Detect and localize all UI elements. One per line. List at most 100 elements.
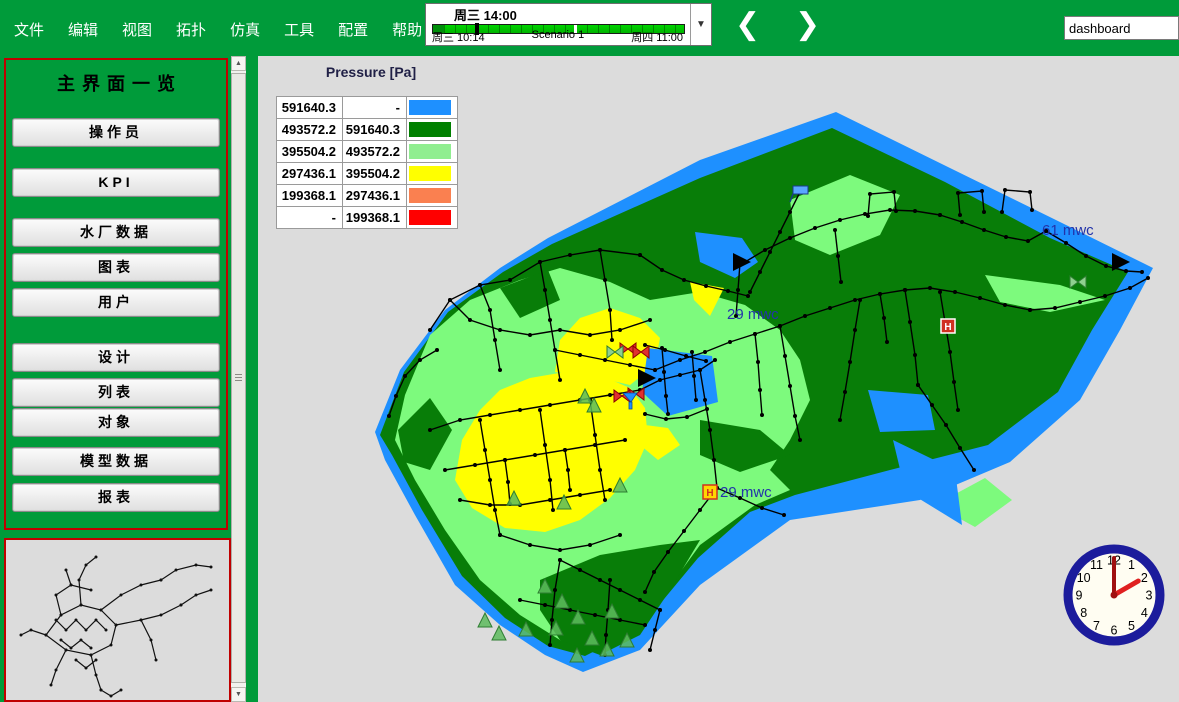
- sidebar-button-kpi[interactable]: KPI: [12, 168, 220, 197]
- network-node: [728, 340, 732, 344]
- menu-file[interactable]: 文件: [14, 19, 44, 40]
- menu-topology[interactable]: 拓扑: [176, 19, 206, 40]
- menu-help[interactable]: 帮助: [392, 19, 422, 40]
- legend-row: 297436.1 395504.2: [277, 163, 458, 185]
- network-node: [703, 350, 707, 354]
- network-node: [980, 189, 984, 193]
- scrollbar-thumb[interactable]: [231, 73, 246, 683]
- network-node: [493, 508, 497, 512]
- sidebar-button-objects[interactable]: 对象: [12, 408, 220, 437]
- overview-node: [90, 589, 93, 592]
- sidebar-button-reports[interactable]: 报表: [12, 483, 220, 512]
- menu-simulation[interactable]: 仿真: [230, 19, 260, 40]
- overview-node: [210, 589, 213, 592]
- network-node: [758, 270, 762, 274]
- sidebar-button-users[interactable]: 用户: [12, 288, 220, 317]
- scroll-up-icon[interactable]: ▲: [231, 56, 246, 71]
- dashboard-name-input[interactable]: [1064, 16, 1179, 40]
- menu-edit[interactable]: 编辑: [68, 19, 98, 40]
- network-node: [803, 314, 807, 318]
- network-node: [387, 414, 391, 418]
- overview-pipe-line: [116, 605, 181, 625]
- network-node: [760, 506, 764, 510]
- overview-node: [150, 639, 153, 642]
- network-node: [428, 328, 432, 332]
- legend-title: Pressure [Pa]: [276, 64, 466, 80]
- network-node: [638, 598, 642, 602]
- network-node: [1028, 308, 1032, 312]
- sidebar-button-plant-data[interactable]: 水厂数据: [12, 218, 220, 247]
- timeline-widget[interactable]: 周三 14:00 周三 10:14 Scenario 1 周四 11:00 ▼: [425, 3, 712, 46]
- network-node: [608, 578, 612, 582]
- overview-node: [50, 684, 53, 687]
- overview-node: [195, 594, 198, 597]
- sidebar-button-design[interactable]: 设计: [12, 343, 220, 372]
- top-menu-bar: 文件 编辑 视图 拓扑 仿真 工具 配置 帮助 周三 14:00 周三 10:1…: [0, 0, 1179, 56]
- legend-color-swatch: [409, 122, 451, 137]
- next-view-button[interactable]: ❯: [795, 7, 820, 42]
- network-node: [588, 543, 592, 547]
- network-node: [558, 558, 562, 562]
- overview-node: [100, 609, 103, 612]
- network-node: [712, 458, 716, 462]
- network-node: [403, 374, 407, 378]
- legend-row: 395504.2 493572.2: [277, 141, 458, 163]
- overview-node: [20, 634, 23, 637]
- network-node: [685, 415, 689, 419]
- network-node: [1078, 300, 1082, 304]
- network-node: [563, 448, 567, 452]
- overview-node: [70, 647, 73, 650]
- network-node: [885, 340, 889, 344]
- network-node: [652, 570, 656, 574]
- overview-pipe-line: [56, 620, 106, 630]
- scroll-down-icon[interactable]: ▼: [231, 687, 246, 702]
- network-node: [1064, 241, 1068, 245]
- timeline-dropdown-button[interactable]: ▼: [690, 4, 711, 45]
- network-node: [868, 192, 872, 196]
- menu-tools[interactable]: 工具: [284, 19, 314, 40]
- sidebar-scrollbar[interactable]: ▲ ▼: [231, 56, 246, 702]
- overview-node: [55, 619, 58, 622]
- menu-config[interactable]: 配置: [338, 19, 368, 40]
- legend-color-swatch: [409, 144, 451, 159]
- pressure-label-29mwc-center: 29 mwc: [727, 306, 779, 323]
- network-node: [705, 407, 709, 411]
- network-node: [1004, 235, 1008, 239]
- network-node: [578, 568, 582, 572]
- clock-number: 1: [1128, 558, 1135, 572]
- sidebar-button-operator[interactable]: 操作员: [12, 118, 220, 147]
- network-node: [598, 468, 602, 472]
- network-node: [488, 413, 492, 417]
- legend-row: 199368.1 297436.1: [277, 185, 458, 207]
- network-node: [758, 388, 762, 392]
- network-node: [506, 480, 510, 484]
- network-node: [660, 346, 664, 350]
- sidebar-button-charts[interactable]: 图表: [12, 253, 220, 282]
- network-node: [848, 360, 852, 364]
- network-node: [736, 288, 740, 292]
- network-node: [1026, 239, 1030, 243]
- network-node: [418, 358, 422, 362]
- menu-view[interactable]: 视图: [122, 19, 152, 40]
- network-node: [548, 478, 552, 482]
- network-node: [508, 278, 512, 282]
- network-node: [643, 623, 647, 627]
- sidebar-button-model-data[interactable]: 模型数据: [12, 447, 220, 476]
- overview-node: [120, 594, 123, 597]
- overview-node: [45, 634, 48, 637]
- legend-color-swatch: [409, 188, 451, 203]
- overview-pipe-line: [101, 580, 161, 610]
- network-node: [543, 288, 547, 292]
- network-node: [798, 438, 802, 442]
- network-node: [1000, 210, 1004, 214]
- network-overview-thumbnail[interactable]: [4, 538, 231, 702]
- map-view[interactable]: HH Pressure [Pa] 591640.3 - 493572.2 591…: [258, 56, 1179, 702]
- network-node: [748, 290, 752, 294]
- previous-view-button[interactable]: ❮: [735, 7, 760, 42]
- overview-node: [175, 569, 178, 572]
- network-node: [664, 417, 668, 421]
- network-node: [948, 350, 952, 354]
- network-node: [682, 529, 686, 533]
- overview-node: [90, 654, 93, 657]
- sidebar-button-lists[interactable]: 列表: [12, 378, 220, 407]
